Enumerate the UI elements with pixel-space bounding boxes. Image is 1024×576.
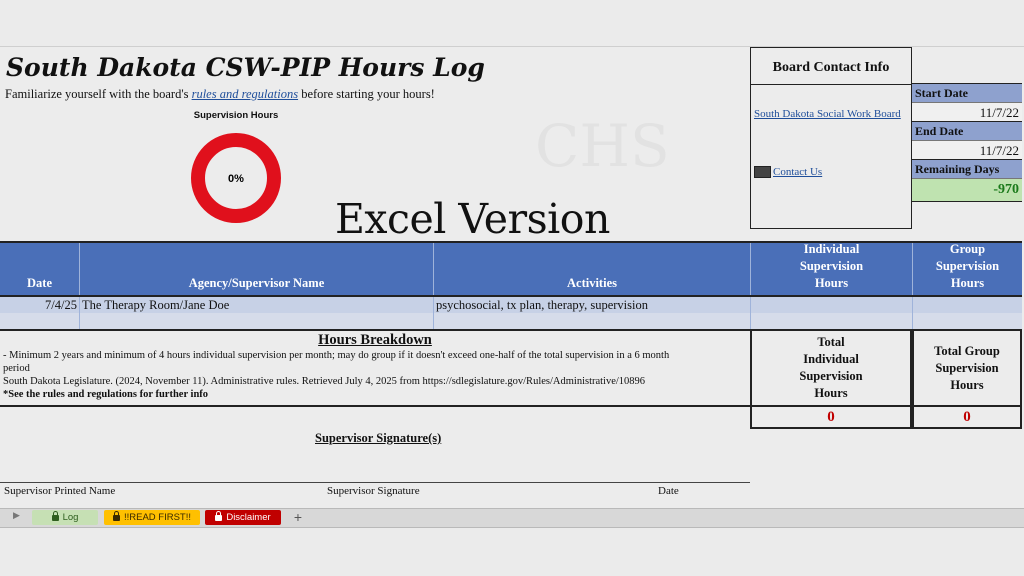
tab-disclaimer[interactable]: Disclaimer	[205, 510, 281, 525]
col-group-hours[interactable]: Group Supervision Hours	[913, 242, 1022, 295]
cell-group-hours[interactable]	[913, 297, 1022, 313]
supervisor-signature-label: Supervisor Signature	[327, 485, 420, 497]
tab-disclaimer-label: Disclaimer	[226, 512, 271, 523]
printed-name-label: Supervisor Printed Name	[4, 485, 116, 497]
cell-empty[interactable]	[80, 313, 434, 329]
cell-empty[interactable]	[913, 313, 1022, 329]
breakdown-title: Hours Breakdown	[318, 332, 432, 348]
subtitle-prefix: Familiarize yourself with the board's	[5, 87, 192, 101]
hours-breakdown-box: Hours Breakdown - Minimum 2 years and mi…	[0, 329, 750, 407]
signature-title: Supervisor Signature(s)	[315, 431, 442, 445]
rules-link[interactable]: rules and regulations	[192, 87, 298, 101]
total-individual-label: Total Individual Supervision Hours	[750, 329, 912, 407]
cell-date[interactable]: 7/4/25	[0, 297, 80, 313]
contact-us-link[interactable]: Contact Us	[773, 166, 822, 178]
supervision-donut-chart: 0%	[191, 133, 281, 223]
lock-icon	[51, 511, 59, 521]
date-panel: Start Date 11/7/22 End Date 11/7/22 Rema…	[912, 83, 1022, 202]
cell-empty[interactable]	[751, 313, 913, 329]
donut-chart-title: Supervision Hours	[193, 110, 279, 121]
spreadsheet[interactable]: CHS South Dakota CSW-PIP Hours Log Famil…	[0, 46, 1024, 509]
sheet-tab-bar: ▶ Log !!READ FIRST!! Disclaimer +	[0, 508, 1024, 528]
breakdown-citation: South Dakota Legislature. (2024, Novembe…	[3, 376, 646, 387]
add-sheet-button[interactable]: +	[288, 510, 308, 525]
subtitle-suffix: before starting your hours!	[298, 87, 435, 101]
table-row-empty[interactable]	[0, 313, 1022, 329]
start-date-label: Start Date	[912, 83, 1022, 102]
col-activities[interactable]: Activities	[434, 243, 751, 295]
contact-heading: Board Contact Info	[751, 48, 911, 85]
cell-activities[interactable]: psychosocial, tx plan, therapy, supervis…	[434, 297, 751, 313]
breakdown-rule: - Minimum 2 years and minimum of 4 hours…	[3, 350, 670, 361]
remaining-days-value: -970	[912, 178, 1022, 202]
col-individual-hours[interactable]: Individual Supervision Hours	[751, 242, 913, 295]
tab-log[interactable]: Log	[32, 510, 98, 525]
col-date[interactable]: Date	[0, 243, 80, 295]
total-individual-value: 0	[750, 407, 912, 429]
breakdown-rule-cont: period	[3, 363, 30, 374]
log-table-header: Date Agency/Supervisor Name Activities I…	[0, 241, 1022, 297]
start-date-value[interactable]: 11/7/22	[912, 102, 1022, 121]
watermark-logo: CHS	[535, 112, 670, 180]
lock-icon	[215, 511, 223, 521]
board-contact-box: Board Contact Info South Dakota Social W…	[750, 47, 912, 229]
end-date-value[interactable]: 11/7/22	[912, 140, 1022, 159]
total-group-label: Total Group Supervision Hours	[912, 329, 1022, 407]
table-row[interactable]: 7/4/25 The Therapy Room/Jane Doe psychos…	[0, 297, 1022, 313]
subtitle: Familiarize yourself with the board's ru…	[5, 87, 435, 102]
tab-read-first-label: !!READ FIRST!!	[123, 512, 192, 523]
computer-icon	[754, 166, 771, 178]
breakdown-note: *See the rules and regulations for furth…	[3, 389, 209, 400]
cell-empty[interactable]	[0, 313, 80, 329]
col-agency[interactable]: Agency/Supervisor Name	[80, 243, 434, 295]
tab-log-label: Log	[62, 512, 79, 523]
excel-version-overlay: Excel Version	[335, 195, 610, 243]
scroll-tabs-icon[interactable]: ▶	[13, 511, 20, 521]
end-date-label: End Date	[912, 121, 1022, 140]
tab-read-first[interactable]: !!READ FIRST!!	[104, 510, 200, 525]
cell-empty[interactable]	[434, 313, 751, 329]
signature-line	[0, 482, 750, 483]
lock-icon	[112, 511, 120, 521]
cell-individual-hours[interactable]	[751, 297, 913, 313]
page-title: South Dakota CSW-PIP Hours Log	[6, 53, 485, 82]
signature-date-label: Date	[658, 485, 679, 497]
cell-agency[interactable]: The Therapy Room/Jane Doe	[80, 297, 434, 313]
board-link[interactable]: South Dakota Social Work Board	[754, 108, 901, 120]
donut-percent-label: 0%	[228, 173, 244, 185]
remaining-days-label: Remaining Days	[912, 159, 1022, 178]
total-group-value: 0	[912, 407, 1022, 429]
